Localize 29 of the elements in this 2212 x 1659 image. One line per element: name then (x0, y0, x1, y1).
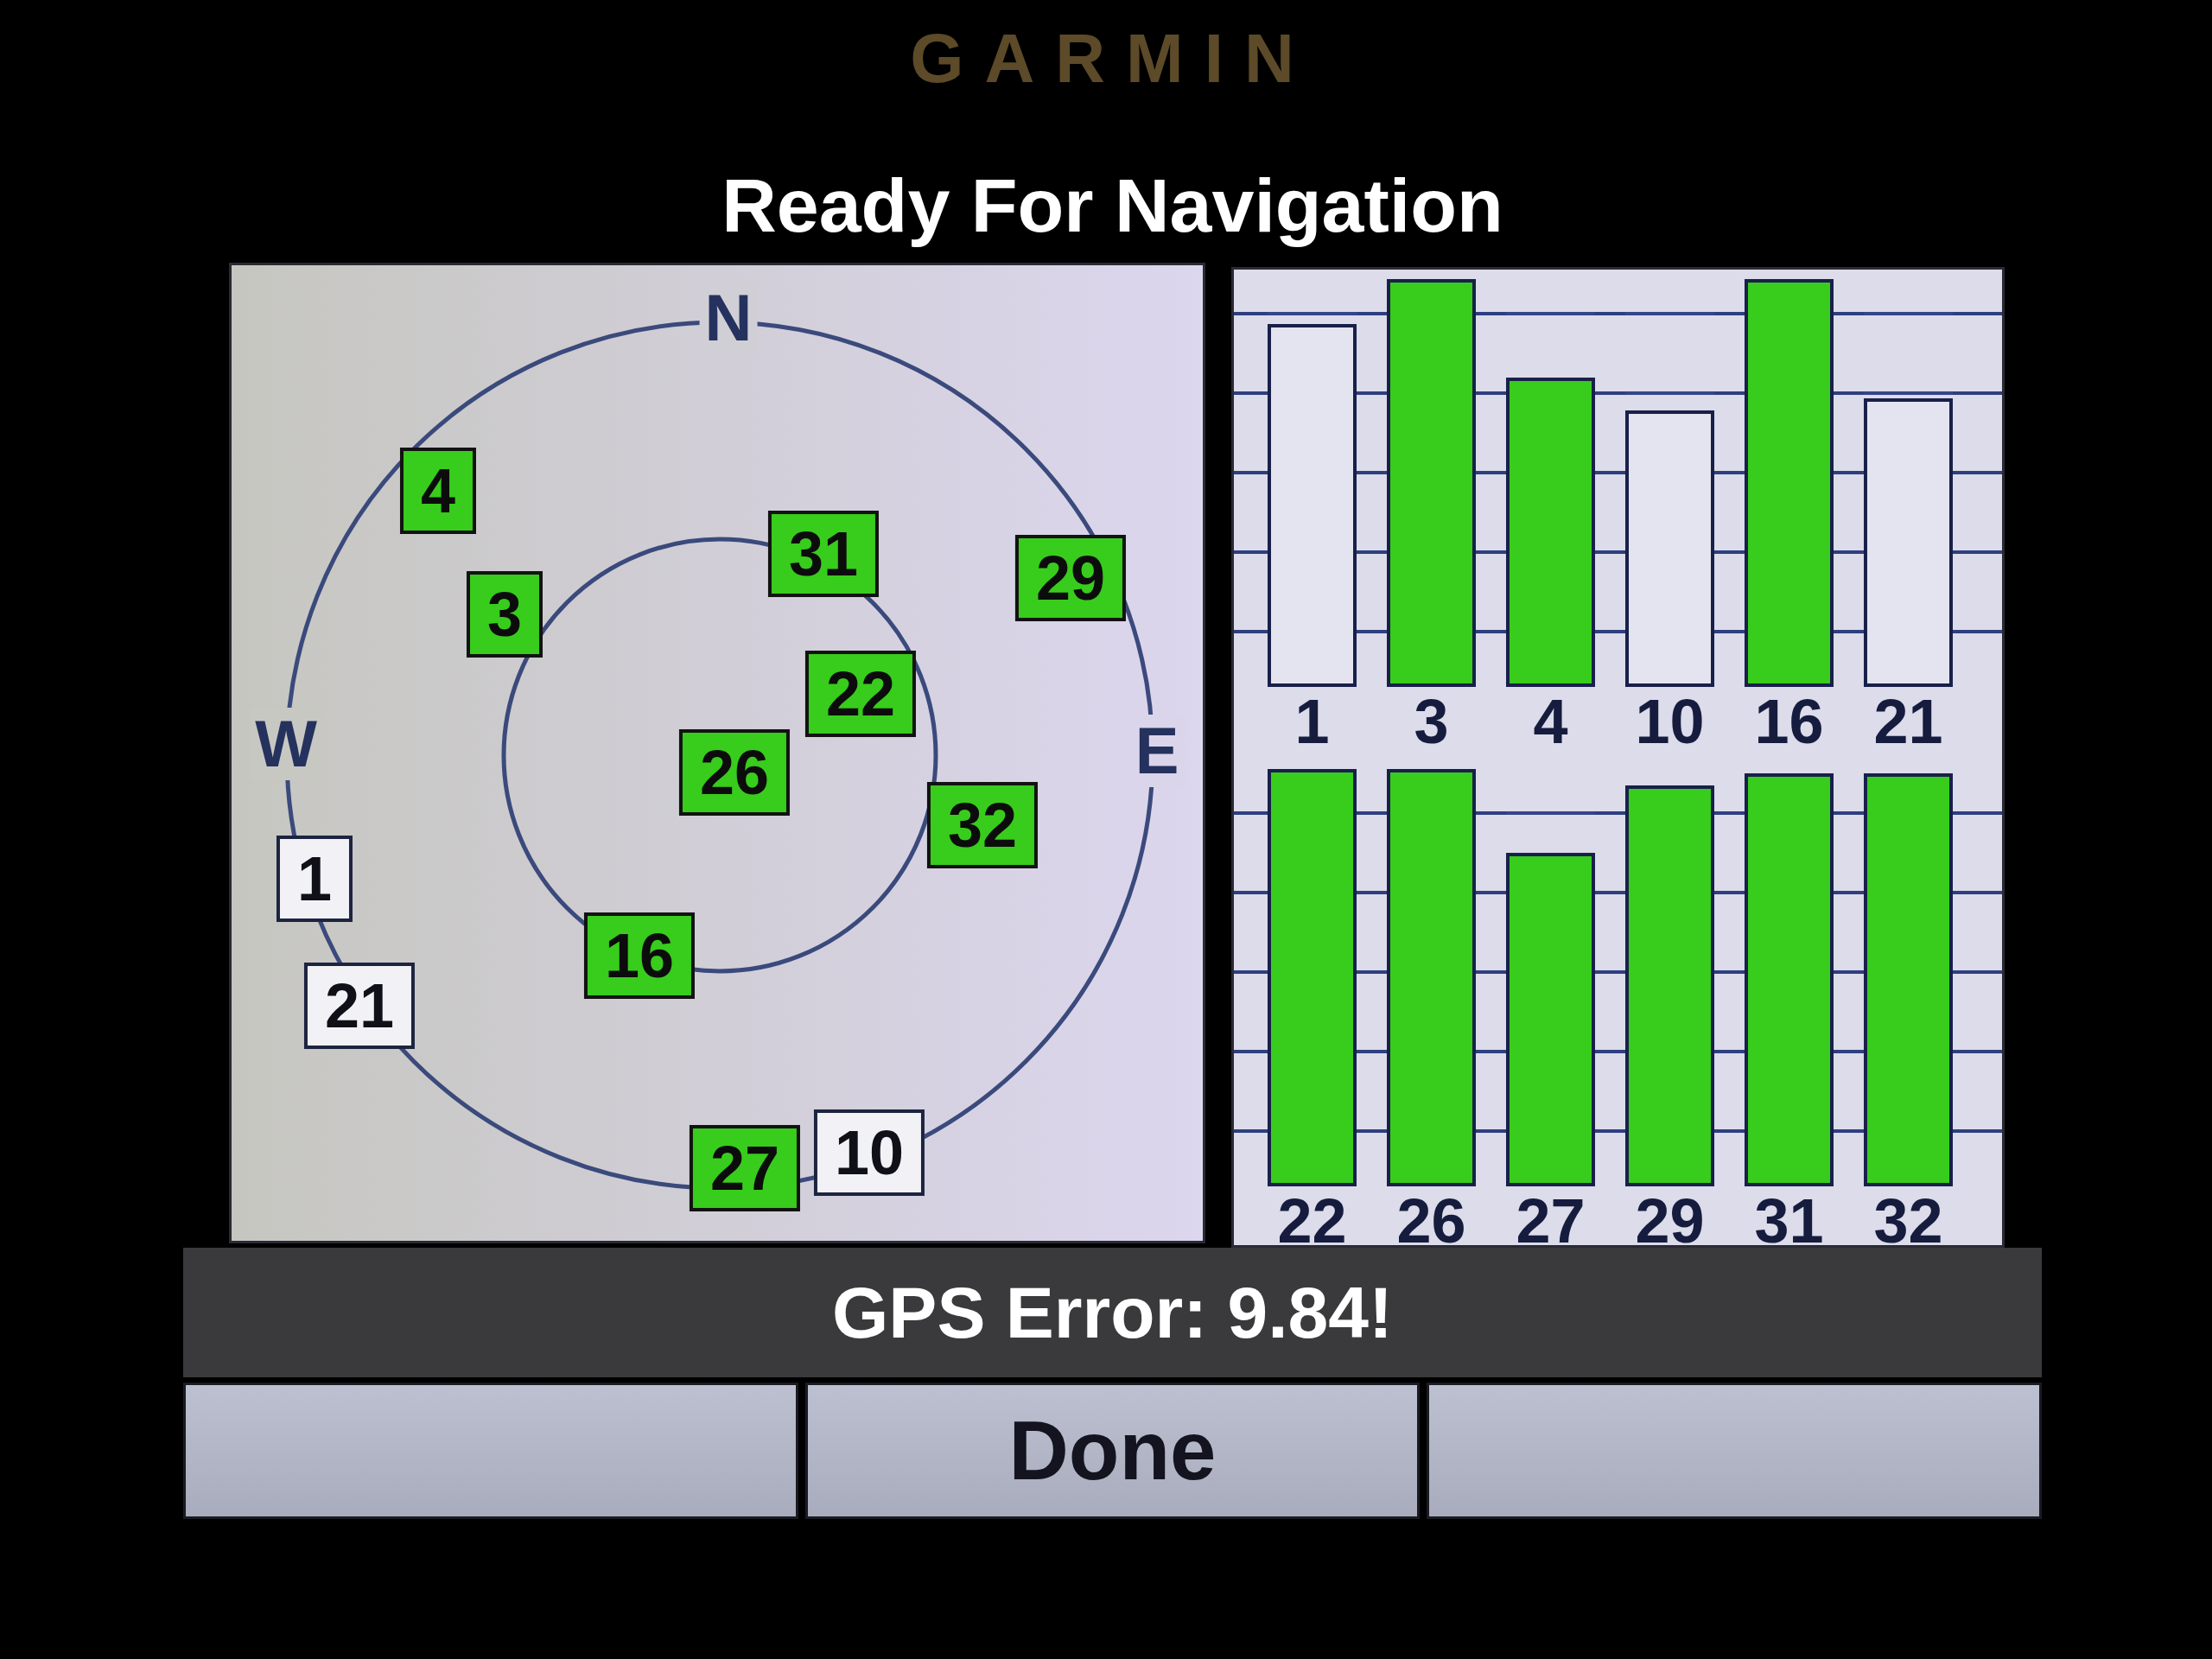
satellite-number: 3 (1413, 690, 1450, 753)
done-button[interactable]: Done (804, 1382, 1421, 1519)
satellite-number: 16 (1753, 690, 1825, 753)
status-message: GPS Error: 9.84! (183, 1248, 2042, 1377)
satellite-number: 26 (1395, 1190, 1467, 1245)
satellite-number: 32 (1872, 1190, 1944, 1245)
satellite-marker: 27 (689, 1125, 801, 1211)
satellite-marker: 32 (926, 782, 1039, 868)
satellite-number: 1 (1294, 690, 1331, 753)
satellite-marker: 31 (767, 511, 880, 597)
satellite-number: 21 (1872, 690, 1944, 753)
satellite-marker: 21 (303, 963, 416, 1049)
satellite-marker: 22 (804, 651, 917, 737)
satellite-number: 31 (1753, 1190, 1825, 1245)
satellite-marker: 3 (467, 571, 543, 658)
satellite-marker: 26 (678, 729, 791, 816)
logo-wordmark: GARMIN (910, 24, 1315, 93)
satellite-marker: 10 (813, 1109, 925, 1196)
blank-soft-key[interactable] (183, 1382, 798, 1519)
satellite-number: 4 (1532, 690, 1569, 753)
satellite-marker: 1 (276, 836, 353, 922)
satellite-number: 22 (1276, 1190, 1348, 1245)
blank-soft-key[interactable] (1427, 1382, 2042, 1519)
satellite-number: 10 (1634, 690, 1706, 753)
satellite-marker: 4 (400, 448, 476, 534)
satellite-marker: 16 (583, 912, 696, 999)
satellite-marker: 29 (1014, 535, 1127, 621)
satellite-number: 27 (1515, 1190, 1586, 1245)
satellite-number: 29 (1634, 1190, 1706, 1245)
